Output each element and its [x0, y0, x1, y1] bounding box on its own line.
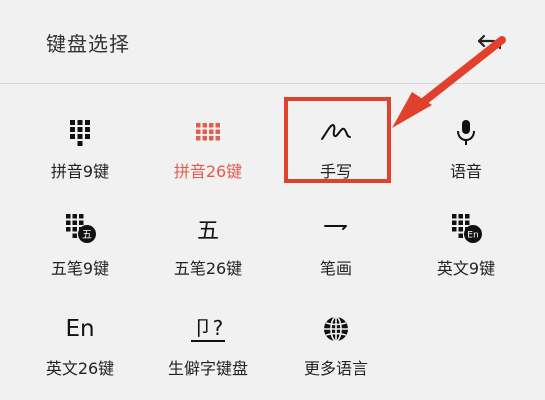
- english-text-icon: En: [65, 316, 95, 342]
- keyboard-option-pinyin-9[interactable]: 拼音9键: [20, 106, 140, 198]
- keyboard-label: 更多语言: [303, 359, 368, 378]
- keyboard-option-rare-characters[interactable]: 卩? 生僻字键盘: [148, 303, 268, 395]
- keyboard-label: 拼音26键: [173, 162, 243, 181]
- page-title: 键盘选择: [46, 32, 130, 56]
- keyboard-option-english-9[interactable]: En 英文9键: [406, 203, 526, 295]
- keyboard-label: 五笔9键: [50, 259, 110, 278]
- keyboard-option-wubi-26[interactable]: 五 五笔26键: [148, 203, 268, 295]
- keyboard-label: 英文9键: [436, 259, 496, 278]
- keypad-9-english-icon: En: [406, 211, 526, 247]
- keyboard-option-stroke[interactable]: 笔画: [276, 203, 396, 295]
- keypad-26-icon: [148, 114, 268, 150]
- keyboard-option-wubi-9[interactable]: 五 五笔9键: [20, 203, 140, 295]
- keyboard-option-english-26[interactable]: En 英文26键: [20, 303, 140, 395]
- keyboard-option-more-languages[interactable]: 更多语言: [276, 303, 396, 395]
- header: 键盘选择: [0, 0, 545, 84]
- keyboard-label: 生僻字键盘: [167, 359, 248, 378]
- keypad-9-icon: [20, 114, 140, 150]
- back-button[interactable]: [470, 22, 510, 62]
- microphone-icon: [406, 114, 526, 150]
- wubi-character-icon: 五: [196, 219, 219, 244]
- badge-text: 五: [82, 230, 92, 241]
- keyboard-label: 语音: [449, 162, 482, 181]
- keyboard-label: 五笔26键: [173, 259, 243, 278]
- badge-text: En: [467, 231, 478, 241]
- highlight-box: [284, 97, 391, 183]
- keyboard-option-voice[interactable]: 语音: [406, 106, 526, 198]
- keyboard-label: 拼音9键: [50, 162, 110, 181]
- undo-arrow-icon: [477, 34, 502, 50]
- rare-character-icon: 卩?: [190, 316, 226, 342]
- keyboard-selection-page: 键盘选择 拼音9键 拼音26键 手写 语音 五 五笔9键 五 五笔26键 笔画 …: [0, 0, 545, 400]
- keyboard-option-pinyin-26[interactable]: 拼音26键: [148, 106, 268, 198]
- keyboard-label: 英文26键: [45, 359, 115, 378]
- keypad-9-wubi-icon: 五: [20, 211, 140, 247]
- stroke-icon: [276, 211, 396, 247]
- keyboard-label: 笔画: [319, 259, 352, 278]
- globe-icon: [276, 311, 396, 347]
